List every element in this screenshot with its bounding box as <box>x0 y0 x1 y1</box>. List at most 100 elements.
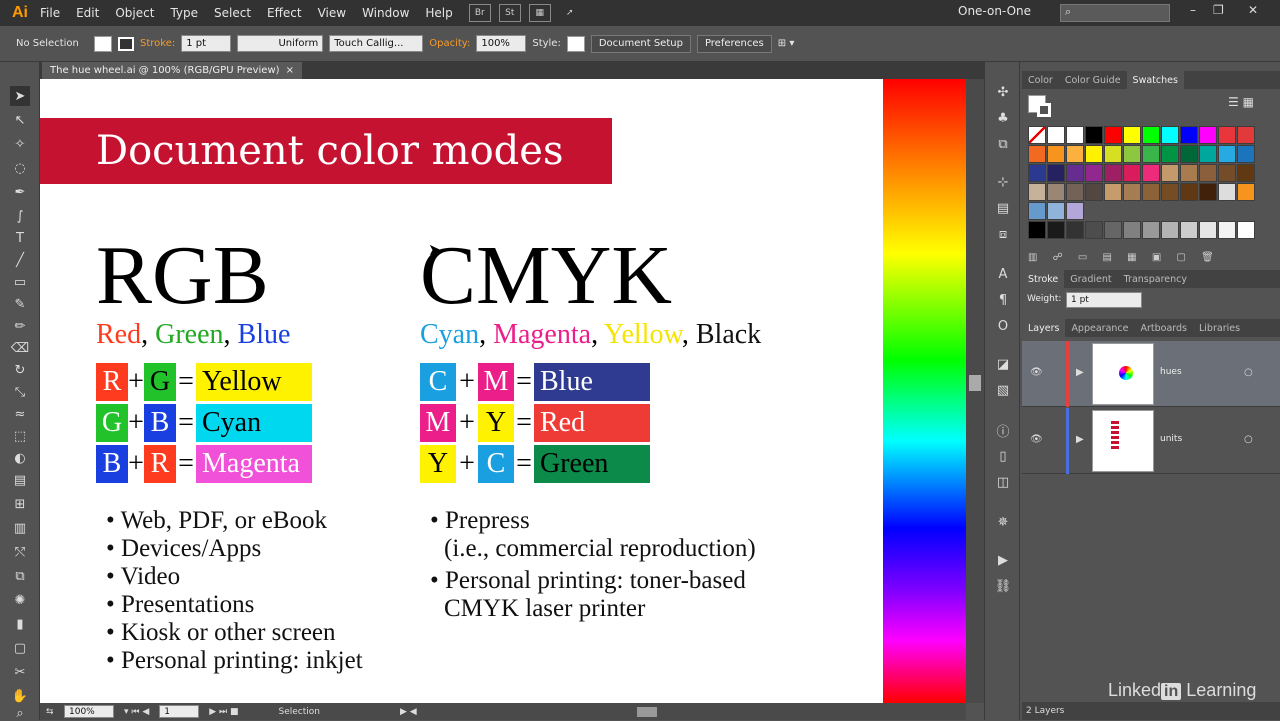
artboard-canvas[interactable]: Document color modes RGB Red, Green, Blu… <box>40 79 966 703</box>
free-transform-tool-icon[interactable]: ⬚ <box>10 426 30 446</box>
artboard-number-field[interactable]: 1 <box>159 705 200 718</box>
color-panel-icon[interactable]: ✣ <box>993 82 1013 102</box>
expand-arrow-icon[interactable]: ▶ <box>1076 367 1084 378</box>
weight-field[interactable]: 1 pt <box>1066 292 1142 308</box>
color-swatch[interactable] <box>1066 145 1084 163</box>
menu-edit[interactable]: Edit <box>76 6 99 20</box>
hand-tool-icon[interactable]: ✋ <box>10 686 30 706</box>
transform-panel-icon[interactable]: ⊹ <box>993 172 1013 192</box>
document-info-icon[interactable]: ▯ <box>993 446 1013 466</box>
search-stock-input[interactable]: ⌕ <box>1060 4 1170 22</box>
arrange-documents-icon[interactable]: ▦ <box>528 4 551 22</box>
visibility-eye-icon[interactable]: 👁 <box>1030 367 1043 378</box>
color-swatch[interactable] <box>1047 164 1065 182</box>
zoom-level-field[interactable]: 100% <box>64 705 114 718</box>
paragraph-panel-icon[interactable]: ¶ <box>993 290 1013 310</box>
color-swatch[interactable] <box>1237 126 1255 144</box>
color-swatch[interactable] <box>1047 126 1065 144</box>
color-swatch[interactable] <box>1161 164 1179 182</box>
align-menu-icon[interactable]: ⊞ ▾ <box>778 38 795 49</box>
workspace-switcher[interactable]: One-on-One <box>958 4 1031 18</box>
tab-layers[interactable]: Layers <box>1022 319 1066 337</box>
warp-tool-icon[interactable]: ≈ <box>10 404 30 424</box>
color-swatch[interactable] <box>1161 202 1179 220</box>
restore-icon[interactable]: ❐ <box>1213 3 1224 17</box>
preferences-button[interactable]: Preferences <box>696 34 772 53</box>
tab-transparency[interactable]: Transparency <box>1118 270 1193 288</box>
color-swatch[interactable] <box>1218 221 1236 239</box>
pencil-tool-icon[interactable]: ✏ <box>10 316 30 336</box>
color-swatch[interactable] <box>1199 126 1217 144</box>
layer-name[interactable]: hues <box>1160 367 1182 377</box>
graphic-style-swatch[interactable] <box>566 35 585 52</box>
menu-type[interactable]: Type <box>170 6 198 20</box>
blend-tool-icon[interactable]: ⧉ <box>10 566 30 586</box>
color-swatch[interactable] <box>1028 145 1046 163</box>
color-swatch[interactable] <box>1047 145 1065 163</box>
menu-select[interactable]: Select <box>214 6 251 20</box>
color-swatch[interactable] <box>1028 183 1046 201</box>
gradient-tool-icon[interactable]: ▥ <box>10 518 30 538</box>
menu-object[interactable]: Object <box>115 6 154 20</box>
color-swatch[interactable] <box>1123 221 1141 239</box>
tab-stroke[interactable]: Stroke <box>1022 270 1065 288</box>
color-swatch[interactable] <box>1180 183 1198 201</box>
character-panel-icon[interactable]: A <box>993 264 1013 284</box>
target-circle-icon[interactable]: ○ <box>1244 434 1253 445</box>
tab-gradient[interactable]: Gradient <box>1064 270 1117 288</box>
perspective-grid-tool-icon[interactable]: ▤ <box>10 470 30 490</box>
color-swatch[interactable] <box>1237 202 1255 220</box>
opacity-field[interactable]: 100% <box>476 35 527 52</box>
horizontal-scroll-thumb[interactable] <box>636 706 657 717</box>
color-swatch[interactable] <box>1047 221 1065 239</box>
pathfinder-panel-icon[interactable]: ⧈ <box>993 224 1013 244</box>
color-swatch[interactable] <box>1066 183 1084 201</box>
rectangle-tool-icon[interactable]: ▭ <box>10 272 30 292</box>
artboard-nav-icon[interactable]: ⇆ <box>46 707 64 717</box>
target-circle-icon[interactable]: ○ <box>1244 367 1253 378</box>
opentype-panel-icon[interactable]: O <box>993 316 1013 336</box>
color-swatch[interactable] <box>1142 164 1160 182</box>
artboard-tool-icon[interactable]: ▢ <box>10 638 30 658</box>
stroke-weight-field[interactable]: 1 pt <box>181 35 232 52</box>
color-swatch[interactable] <box>1218 164 1236 182</box>
menu-effect[interactable]: Effect <box>267 6 302 20</box>
info-panel-icon[interactable]: ⓘ <box>993 420 1013 440</box>
color-swatch[interactable] <box>1142 183 1160 201</box>
color-swatch[interactable] <box>1218 126 1236 144</box>
color-swatch[interactable] <box>1104 221 1122 239</box>
eraser-tool-icon[interactable]: ⌫ <box>10 338 30 358</box>
layer-row[interactable]: 👁 ▶ hues ○ <box>1022 341 1280 407</box>
color-swatch[interactable] <box>1085 183 1103 201</box>
direct-selection-tool-icon[interactable]: ↖ <box>10 110 30 130</box>
color-swatch[interactable] <box>1180 202 1198 220</box>
color-swatch[interactable] <box>1028 164 1046 182</box>
eyedropper-tool-icon[interactable]: ⤲ <box>10 542 30 562</box>
color-swatch[interactable] <box>1237 145 1255 163</box>
color-swatch[interactable] <box>1218 202 1236 220</box>
stroke-swatch[interactable] <box>118 36 134 51</box>
shape-builder-tool-icon[interactable]: ◐ <box>10 448 30 468</box>
variable-width-profile[interactable]: Uniform <box>237 35 324 52</box>
type-tool-icon[interactable]: T <box>10 228 30 248</box>
symbol-sprayer-tool-icon[interactable]: ✺ <box>10 590 30 610</box>
color-swatch[interactable] <box>1142 145 1160 163</box>
links-chain-icon[interactable]: ⛓ <box>993 576 1013 596</box>
color-swatch[interactable] <box>1199 183 1217 201</box>
color-swatch[interactable] <box>1180 164 1198 182</box>
color-swatch[interactable] <box>1161 183 1179 201</box>
color-swatch[interactable] <box>1028 221 1046 239</box>
tab-libraries[interactable]: Libraries <box>1193 319 1246 337</box>
layer-row[interactable]: 👁 ▶ units ○ <box>1022 408 1280 474</box>
color-swatch[interactable] <box>1085 164 1103 182</box>
color-swatch[interactable] <box>1104 126 1122 144</box>
color-swatch[interactable] <box>1104 145 1122 163</box>
color-swatch[interactable] <box>1047 183 1065 201</box>
graphic-styles-icon[interactable]: ▧ <box>993 380 1013 400</box>
color-swatch[interactable] <box>1047 202 1065 220</box>
color-swatch[interactable] <box>1123 202 1141 220</box>
opacity-label[interactable]: Opacity: <box>429 38 470 49</box>
zoom-tool-icon[interactable]: ⌕ <box>10 706 30 721</box>
stock-icon[interactable]: St <box>498 4 521 22</box>
color-swatch[interactable] <box>1104 164 1122 182</box>
